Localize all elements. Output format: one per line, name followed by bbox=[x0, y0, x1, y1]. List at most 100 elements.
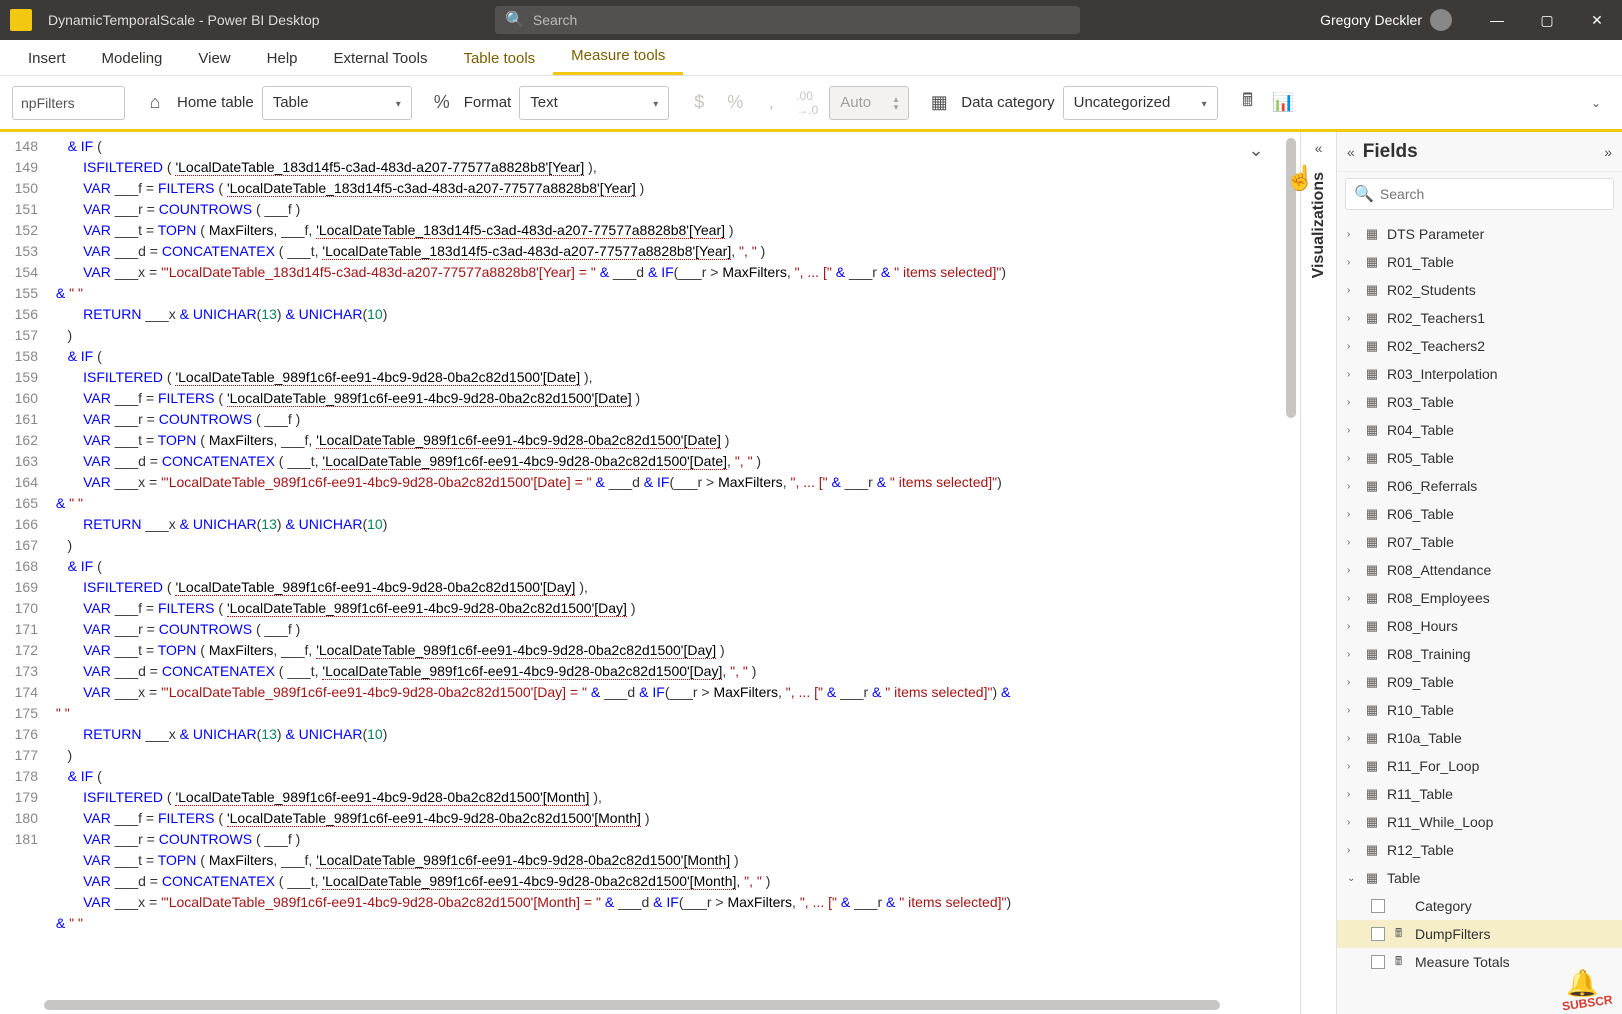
chevron-right-icon: › bbox=[1347, 509, 1357, 520]
tab-view[interactable]: View bbox=[180, 42, 248, 75]
maximize-button[interactable]: ▢ bbox=[1522, 0, 1572, 40]
field-label: R10_Table bbox=[1387, 702, 1454, 718]
data-category-icon: ▦ bbox=[925, 89, 953, 117]
field-table-item[interactable]: ›▦R01_Table bbox=[1337, 248, 1622, 276]
table-icon: ▦ bbox=[1363, 451, 1381, 465]
field-label: R06_Referrals bbox=[1387, 478, 1477, 494]
field-table-item[interactable]: ›▦R12_Table bbox=[1337, 836, 1622, 864]
tab-insert[interactable]: Insert bbox=[10, 42, 84, 75]
field-table-item[interactable]: ›▦R02_Teachers2 bbox=[1337, 332, 1622, 360]
chevron-down-icon bbox=[396, 94, 401, 111]
home-table-label: Home table bbox=[177, 94, 254, 111]
field-label: DTS Parameter bbox=[1387, 226, 1484, 242]
ribbon-expand-icon[interactable]: ⌄ bbox=[1582, 89, 1610, 117]
app-title: DynamicTemporalScale - Power BI Desktop bbox=[48, 12, 320, 28]
global-search-input[interactable] bbox=[533, 12, 1070, 28]
chevron-right-icon: › bbox=[1347, 341, 1357, 352]
horizontal-scrollbar[interactable] bbox=[44, 998, 1282, 1012]
chevron-down-icon bbox=[653, 94, 658, 111]
field-table-item[interactable]: ›▦R09_Table bbox=[1337, 668, 1622, 696]
field-table-item[interactable]: › ▦ R05_Table bbox=[1337, 444, 1622, 472]
fields-search-wrap: 🔍 bbox=[1345, 178, 1614, 210]
field-table-item[interactable]: ›▦R10a_Table bbox=[1337, 724, 1622, 752]
chevron-right-icon: › bbox=[1347, 453, 1357, 464]
close-button[interactable]: ✕ bbox=[1572, 0, 1622, 40]
field-table-item[interactable]: ›▦R02_Teachers1 bbox=[1337, 304, 1622, 332]
search-icon: 🔍 bbox=[505, 10, 525, 30]
global-search[interactable]: 🔍 bbox=[495, 6, 1080, 34]
chevron-right-icon: › bbox=[1347, 621, 1357, 632]
field-label: Measure Totals bbox=[1415, 954, 1510, 970]
fields-search[interactable]: 🔍 bbox=[1345, 178, 1614, 210]
tab-external-tools[interactable]: External Tools bbox=[316, 42, 446, 75]
format-icon: % bbox=[428, 89, 456, 117]
field-table-item[interactable]: ›▦R11_For_Loop bbox=[1337, 752, 1622, 780]
field-label: R03_Interpolation bbox=[1387, 366, 1498, 382]
field-table-item[interactable]: ›▦R11_While_Loop bbox=[1337, 808, 1622, 836]
line-gutter: 1481491501511521531541551561571581591601… bbox=[0, 132, 44, 1014]
field-table-item[interactable]: ›▦R03_Table bbox=[1337, 388, 1622, 416]
collapse-left-icon[interactable]: « bbox=[1315, 140, 1323, 156]
table-icon: ▦ bbox=[1363, 647, 1381, 661]
checkbox[interactable] bbox=[1371, 955, 1385, 969]
new-measure-icon[interactable]: 🖩 bbox=[1234, 89, 1262, 117]
field-table-item[interactable]: ›▦R10_Table bbox=[1337, 696, 1622, 724]
scrollbar-thumb[interactable] bbox=[44, 1000, 1220, 1010]
data-category-select[interactable]: Uncategorized bbox=[1063, 86, 1218, 120]
field-table-item-expanded[interactable]: ⌄▦Table bbox=[1337, 864, 1622, 892]
visualizations-pane-collapsed[interactable]: « Visualizations ☝ bbox=[1301, 132, 1337, 1014]
fields-header: « Fields » bbox=[1337, 132, 1622, 172]
field-label: R05_Table bbox=[1387, 450, 1454, 466]
cursor-pointer-icon: ☝ bbox=[1285, 164, 1315, 193]
code-content[interactable]: & IF ( ISFILTERED ( 'LocalDateTable_183d… bbox=[44, 132, 1300, 1014]
format-select[interactable]: Text bbox=[519, 86, 669, 120]
tab-help[interactable]: Help bbox=[249, 42, 316, 75]
field-table-item[interactable]: ›▦R08_Attendance bbox=[1337, 556, 1622, 584]
fields-title: Fields bbox=[1363, 141, 1596, 163]
checkbox[interactable] bbox=[1371, 899, 1385, 913]
measure-name-input-wrap[interactable] bbox=[12, 86, 125, 120]
user-avatar[interactable] bbox=[1430, 9, 1452, 31]
chevron-right-icon: › bbox=[1347, 537, 1357, 548]
fields-search-input[interactable] bbox=[1380, 186, 1605, 202]
field-table-item[interactable]: ›▦R11_Table bbox=[1337, 780, 1622, 808]
field-table-item[interactable]: ›▦R07_Table bbox=[1337, 528, 1622, 556]
app-icon bbox=[10, 9, 32, 31]
table-icon: ▦ bbox=[1363, 507, 1381, 521]
decimal-icon: .00→.0 bbox=[793, 89, 821, 117]
field-table-item[interactable]: ›▦R08_Training bbox=[1337, 640, 1622, 668]
table-icon: ▦ bbox=[1363, 423, 1381, 437]
field-label: R01_Table bbox=[1387, 254, 1454, 270]
fields-list[interactable]: ›▦DTS Parameter›▦R01_Table›▦R02_Students… bbox=[1337, 216, 1622, 1014]
quick-measure-icon[interactable]: 📊 bbox=[1270, 89, 1298, 117]
formula-expand-icon[interactable]: ⌄ bbox=[1242, 136, 1270, 164]
tab-table-tools[interactable]: Table tools bbox=[445, 42, 553, 75]
field-table-item[interactable]: ›▦R08_Employees bbox=[1337, 584, 1622, 612]
measure-name-input[interactable] bbox=[21, 95, 116, 111]
user-area[interactable]: Gregory Deckler bbox=[1320, 9, 1452, 31]
field-item[interactable]: Category bbox=[1337, 892, 1622, 920]
tab-modeling[interactable]: Modeling bbox=[84, 42, 181, 75]
chevron-right-icon: › bbox=[1347, 705, 1357, 716]
field-table-item[interactable]: ›▦R04_Table bbox=[1337, 416, 1622, 444]
expand-right-icon[interactable]: » bbox=[1604, 144, 1612, 160]
table-icon: ▦ bbox=[1363, 675, 1381, 689]
formula-editor[interactable]: 1481491501511521531541551561571581591601… bbox=[0, 132, 1301, 1014]
field-table-item[interactable]: ›▦R08_Hours bbox=[1337, 612, 1622, 640]
field-table-item[interactable]: ›▦DTS Parameter bbox=[1337, 220, 1622, 248]
chevron-right-icon: › bbox=[1347, 257, 1357, 268]
field-table-item[interactable]: ›▦R06_Table bbox=[1337, 500, 1622, 528]
chevron-right-icon: › bbox=[1347, 649, 1357, 660]
home-table-select[interactable]: Table bbox=[262, 86, 412, 120]
tab-measure-tools[interactable]: Measure tools bbox=[553, 39, 683, 75]
field-table-item[interactable]: ›▦R02_Students bbox=[1337, 276, 1622, 304]
field-table-item[interactable]: ›▦R03_Interpolation bbox=[1337, 360, 1622, 388]
field-item-selected[interactable]: 🖩DumpFilters bbox=[1337, 920, 1622, 948]
table-icon: ▦ bbox=[1363, 787, 1381, 801]
collapse-left-icon[interactable]: « bbox=[1347, 144, 1355, 160]
field-label: R08_Attendance bbox=[1387, 562, 1491, 578]
table-icon: ▦ bbox=[1363, 367, 1381, 381]
field-table-item[interactable]: ›▦R06_Referrals bbox=[1337, 472, 1622, 500]
checkbox[interactable] bbox=[1371, 927, 1385, 941]
minimize-button[interactable]: — bbox=[1472, 0, 1522, 40]
